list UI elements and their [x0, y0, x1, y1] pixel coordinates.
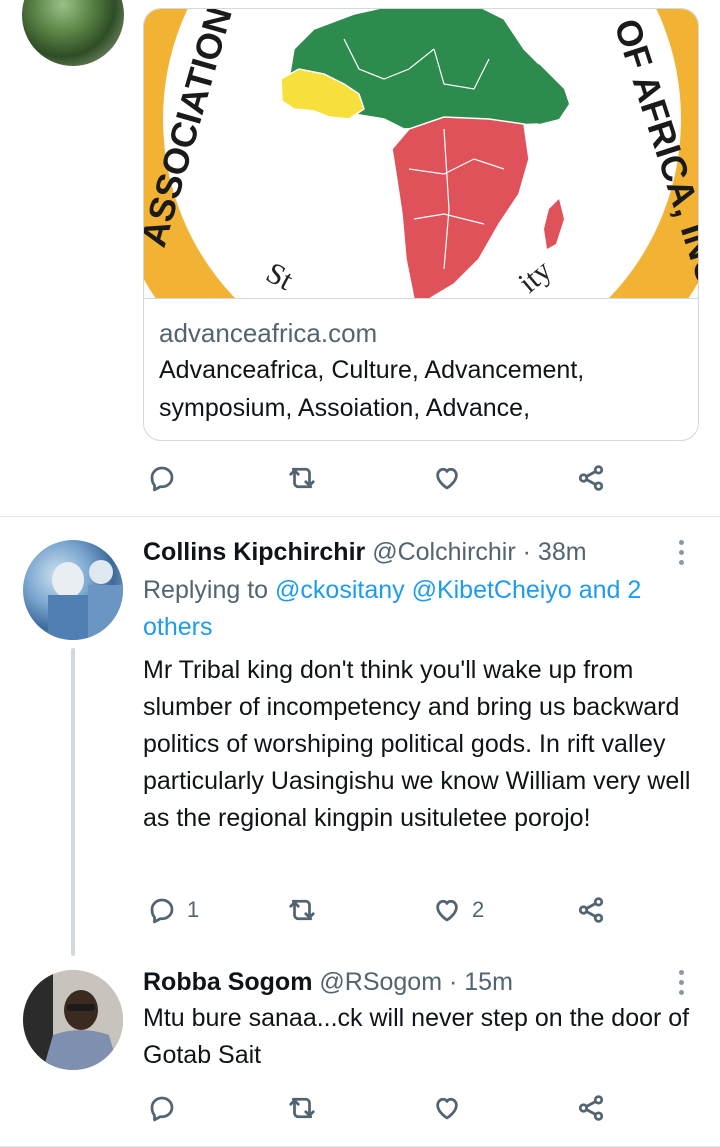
avatar-previous-tweet[interactable]: [22, 0, 124, 66]
card-description: Advanceafrica, Culture, Advancement, sym…: [159, 356, 585, 422]
reply-button[interactable]: 1: [147, 895, 199, 925]
like-count: 2: [472, 897, 485, 922]
retweet-icon: [289, 467, 315, 489]
reply-button[interactable]: [147, 1093, 177, 1123]
share-button[interactable]: [576, 1093, 606, 1123]
tweet-actions-robba: [0, 1090, 720, 1130]
replying-to: Replying to @ckositany @KibetCheiyo and …: [143, 572, 703, 646]
avatar-robba[interactable]: [23, 970, 123, 1070]
reply-button[interactable]: [147, 463, 177, 493]
card-image-logo: ASSOCIATION FO OF AFRICA, INC St ity: [144, 9, 698, 299]
tweet-divider: [0, 516, 720, 517]
tweet-actions-top: [0, 460, 720, 500]
like-button[interactable]: 2: [432, 895, 484, 925]
reply-icon: [150, 1096, 174, 1122]
separator: ·: [449, 968, 458, 996]
reply-count: 1: [187, 897, 200, 922]
share-icon: [578, 1095, 604, 1121]
heart-icon: [436, 467, 458, 490]
heart-icon: [436, 1097, 458, 1120]
tweet-header-robba: Robba Sogom @RSogom · 15m: [143, 966, 513, 998]
retweet-icon: [289, 899, 315, 921]
user-name[interactable]: Collins Kipchirchir: [143, 538, 365, 566]
card-meta: advanceafrica.com Advanceafrica, Culture…: [159, 315, 686, 427]
share-button[interactable]: [576, 463, 606, 493]
retweet-button[interactable]: [287, 463, 317, 493]
like-button[interactable]: [432, 1093, 462, 1123]
tweet-time[interactable]: 15m: [464, 968, 513, 996]
separator: ·: [522, 538, 531, 566]
replying-prefix: Replying to: [143, 576, 269, 604]
share-icon: [578, 897, 604, 923]
link-preview-card[interactable]: ASSOCIATION FO OF AFRICA, INC St ity adv…: [143, 8, 699, 441]
heart-icon: [436, 899, 458, 922]
avatar-collins[interactable]: [23, 540, 123, 640]
card-domain: advanceafrica.com: [159, 318, 378, 348]
tweet-header-collins: Collins Kipchirchir @Colchirchir · 38m: [143, 536, 587, 568]
retweet-button[interactable]: [287, 895, 317, 925]
tweet-actions-collins: 1 2: [0, 892, 720, 932]
user-name[interactable]: Robba Sogom: [143, 968, 312, 996]
retweet-button[interactable]: [287, 1093, 317, 1123]
tweet-text: Mr Tribal king don't think you'll wake u…: [143, 656, 691, 832]
more-vertical-icon[interactable]: [679, 540, 685, 565]
more-vertical-icon[interactable]: [679, 970, 685, 995]
reply-icon: [150, 466, 174, 492]
reply-icon: [150, 898, 174, 924]
user-handle[interactable]: @Colchirchir: [372, 538, 515, 566]
user-handle[interactable]: @RSogom: [319, 968, 442, 996]
tweet-text: Mtu bure sanaa...ck will never step on t…: [143, 1004, 690, 1069]
retweet-icon: [289, 1097, 315, 1119]
association-logo-image: ASSOCIATION FO OF AFRICA, INC St ity: [144, 9, 698, 298]
share-icon: [578, 465, 604, 491]
like-button[interactable]: [432, 463, 462, 493]
tweet-time[interactable]: 38m: [538, 538, 587, 566]
share-button[interactable]: [576, 895, 606, 925]
